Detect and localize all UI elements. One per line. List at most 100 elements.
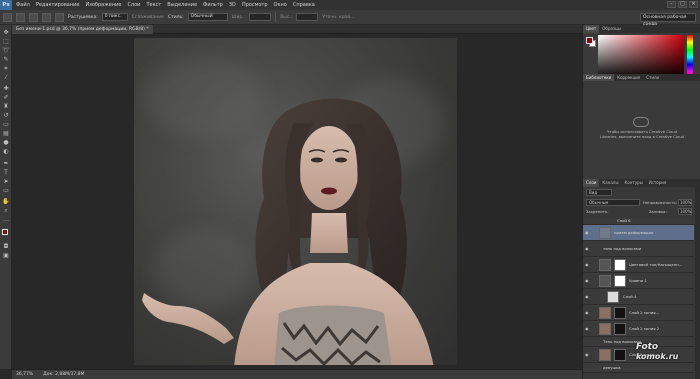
fill-input[interactable]: 100% [678,208,692,215]
menu-view[interactable]: Просмотр [242,2,268,8]
options-bar: Растушевка: 0 пикс. Сглаживание Стиль: О… [0,10,700,27]
marquee-tool-preset-icon[interactable] [3,12,12,22]
layer-row[interactable]: ◉ Цветовой тон/Насыщенн... [583,257,694,273]
hand-tool-icon[interactable]: ✋ [2,198,10,205]
subtract-selection-icon[interactable] [42,12,51,22]
layer-row[interactable]: Слой 6 [583,217,694,225]
layer-thumbnail [599,349,611,361]
zoom-level[interactable]: 36,77% [16,370,33,379]
tab-layers[interactable]: Слои [583,179,600,187]
quick-mask-icon[interactable]: ◘ [2,243,10,250]
menu-file[interactable]: Файл [16,2,30,8]
menu-edit[interactable]: Редактирование [36,2,80,8]
type-tool-icon[interactable]: T [2,169,10,176]
menu-select[interactable]: Выделение [167,2,197,8]
height-input[interactable] [296,13,319,21]
layer-kind-filter[interactable]: Вид [586,189,612,196]
eye-icon[interactable]: ◉ [585,326,590,331]
menu-help[interactable]: Справка [293,2,315,8]
libraries-panel: Чтобы использовать Creative Cloud Librar… [583,81,700,181]
foreground-color-chip[interactable] [586,37,593,44]
dodge-tool-icon[interactable]: ◐ [2,148,10,155]
watermark-logo: Foto komok.ru [636,342,696,376]
intersect-selection-icon[interactable] [55,12,64,22]
eye-icon[interactable]: ◉ [585,246,590,251]
zoom-tool-icon[interactable]: ⌕ [2,207,10,214]
feather-input[interactable]: 0 пикс. [101,13,128,21]
close-button[interactable]: ✕ [689,1,698,8]
document-tab[interactable]: Без имени-1.psd @ 36,7% (прием деформаци… [12,25,153,34]
photoshop-window: Ps Файл Редактирование Изображение Слои … [0,0,700,379]
layer-mask-thumbnail [614,323,626,335]
history-brush-tool-icon[interactable]: ↺ [2,112,10,119]
foreground-color-swatch[interactable] [2,229,8,235]
window-controls: – □ ✕ [667,1,698,8]
layer-row[interactable]: ◉ Слой 2 копия 2 [583,321,694,337]
eye-icon[interactable]: ◉ [585,310,590,315]
minimize-button[interactable]: – [667,1,676,8]
color-panel-tabs: Цвет Образцы [583,25,700,33]
tools-panel: ✥ ⬚ ➰ ✎ ⌗ ⁄ ✚ ✐ ♜ ↺ ▭ ▤ ● ◐ ✒ T ➤ ▭ ✋ ⌕ … [0,25,12,369]
style-select[interactable]: Обычный [187,13,228,21]
eye-icon[interactable]: ◉ [585,294,590,299]
canvas-area[interactable] [12,34,582,369]
eye-icon[interactable]: ◉ [585,230,590,235]
color-picker-field[interactable] [598,35,684,79]
tab-swatches[interactable]: Образцы [599,25,624,33]
gradient-tool-icon[interactable]: ▤ [2,130,10,137]
layer-row[interactable]: ◉ тень под волосами [583,241,694,257]
shape-tool-icon[interactable]: ▭ [2,187,10,194]
healing-tool-icon[interactable]: ✚ [2,85,10,92]
blend-mode-select[interactable]: Обычные [586,199,640,206]
face-shape [299,126,359,210]
clone-stamp-tool-icon[interactable]: ♜ [2,103,10,110]
tab-color[interactable]: Цвет [583,25,600,33]
hue-slider[interactable] [687,35,693,79]
tab-paths[interactable]: Контуры [621,179,645,187]
menu-window[interactable]: Окно [274,2,287,8]
menu-layers[interactable]: Слои [127,2,140,8]
screen-mode-icon[interactable]: ▣ [2,252,10,259]
layer-thumbnail [599,307,611,319]
width-input[interactable] [249,13,272,21]
menu-image[interactable]: Изображение [85,2,121,8]
brush-tool-icon[interactable]: ✐ [2,94,10,101]
path-select-tool-icon[interactable]: ➤ [2,178,10,185]
layer-row[interactable]: ◉ Слой 4 [583,289,694,305]
antialias-checkbox[interactable]: Сглаживание [132,15,164,20]
add-selection-icon[interactable] [29,12,38,22]
opacity-input[interactable]: 100% [678,199,692,206]
quick-select-tool-icon[interactable]: ✎ [2,56,10,63]
eyedropper-tool-icon[interactable]: ⁄ [2,74,10,81]
left-eye [311,157,323,163]
maximize-button[interactable]: □ [678,1,687,8]
pen-tool-icon[interactable]: ✒ [2,160,10,167]
refine-edge-button[interactable]: Уточн. край... [322,15,354,20]
layer-row[interactable]: ◉ Слой 2 копия... [583,305,694,321]
document-tab-bar: Без имени-1.psd @ 36,7% (прием деформаци… [12,25,582,34]
move-tool-icon[interactable]: ✥ [2,29,10,36]
tab-history[interactable]: История [646,179,670,187]
workspace-select[interactable]: Основная рабочая среда [640,13,696,27]
menu-3d[interactable]: 3D [229,2,236,8]
eye-icon[interactable]: ◉ [585,352,590,357]
eye-icon[interactable]: ◉ [585,278,590,283]
more-tools-icon[interactable]: … [2,216,10,223]
document-canvas[interactable] [134,38,457,365]
layer-thumbnail [607,291,619,303]
menu-text[interactable]: Текст [146,2,161,8]
tab-channels[interactable]: Каналы [599,179,621,187]
fill-label: Заливка: [649,209,667,214]
lasso-tool-icon[interactable]: ➰ [2,47,10,54]
menu-filter[interactable]: Фильтр [203,2,223,8]
crop-tool-icon[interactable]: ⌗ [2,65,10,72]
marquee-tool-icon[interactable]: ⬚ [2,38,10,45]
new-selection-icon[interactable] [16,12,25,22]
eraser-tool-icon[interactable]: ▭ [2,121,10,128]
right-panels: Цвет Образцы Библиотеки Коррекция Стили … [582,25,700,379]
feather-label: Растушевка: [68,14,98,20]
blur-tool-icon[interactable]: ● [2,139,10,146]
eye-icon[interactable]: ◉ [585,262,590,267]
layer-row[interactable]: ◉ Уровни 1 [583,273,694,289]
layer-row-selected[interactable]: ◉ прием деформации [583,225,694,241]
